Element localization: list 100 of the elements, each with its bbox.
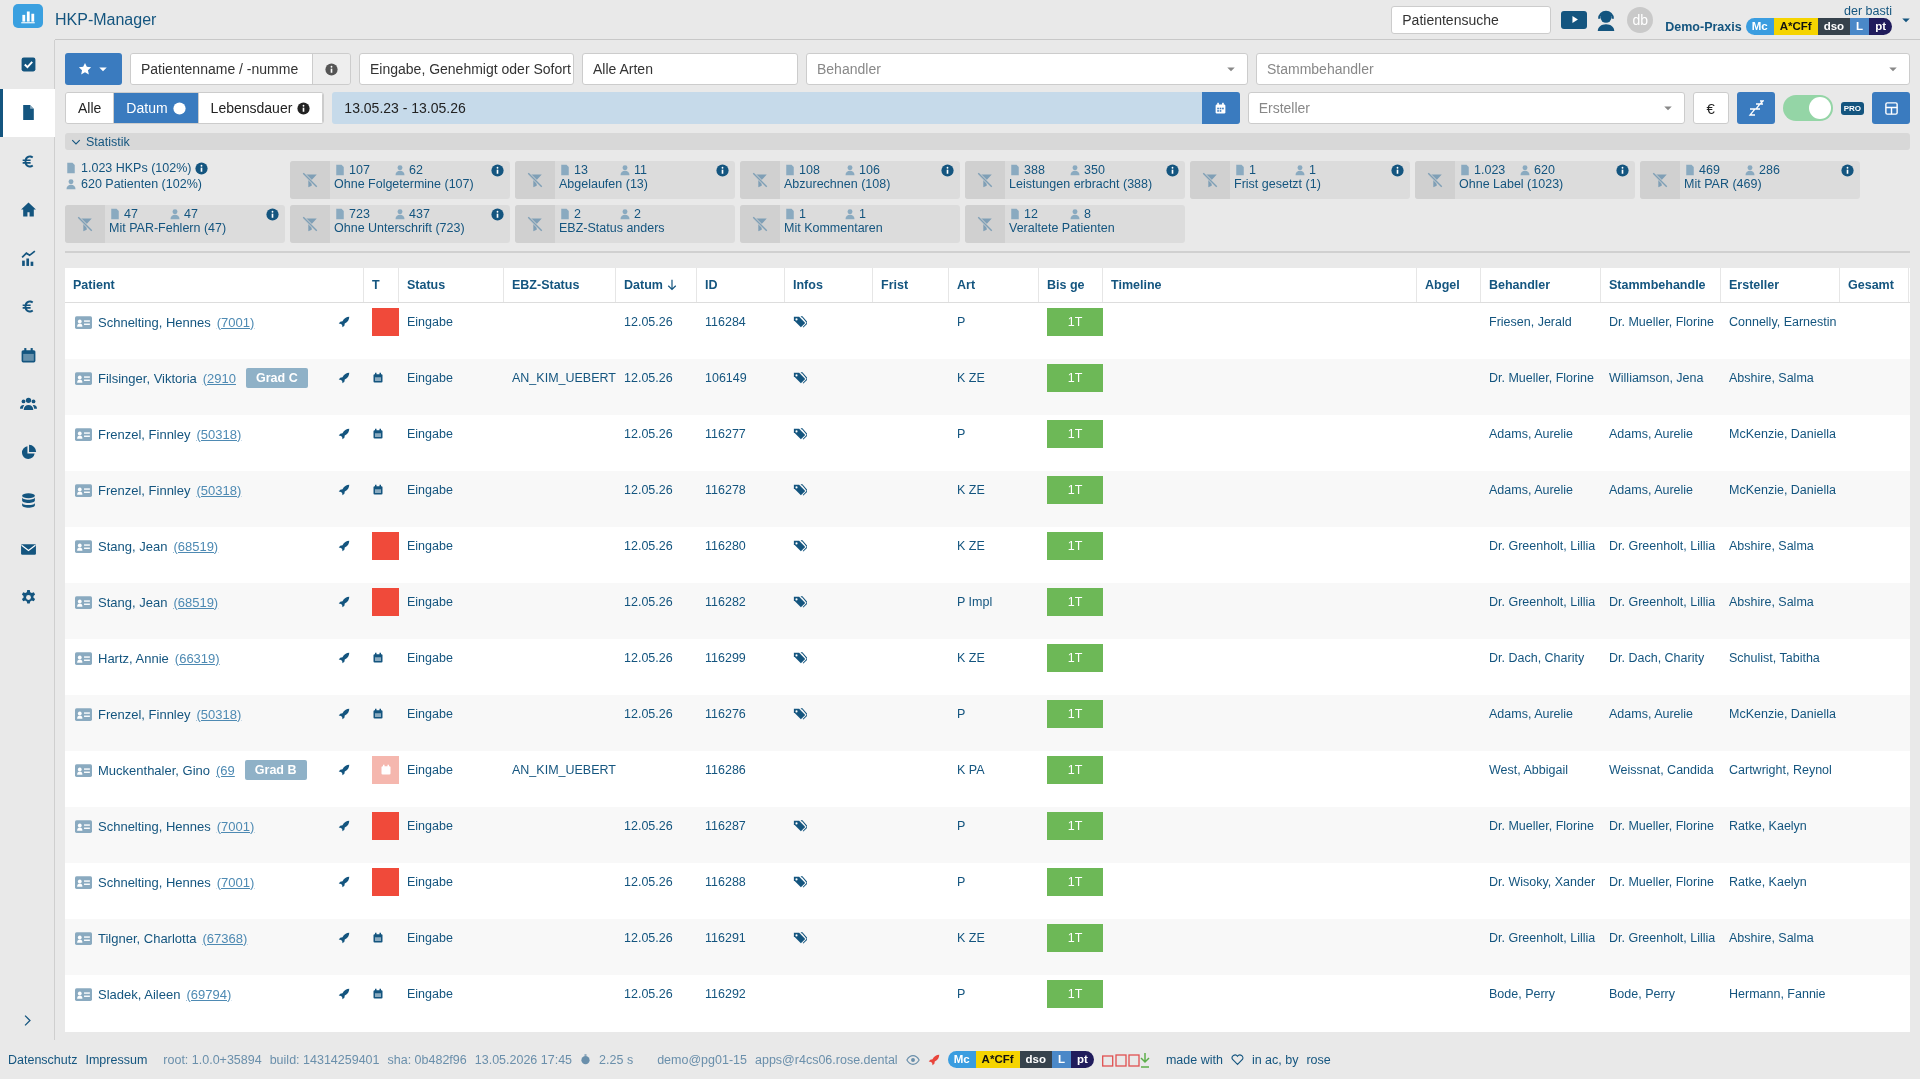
currency-button[interactable]: € <box>1692 92 1729 124</box>
video-button[interactable] <box>1561 10 1588 29</box>
table-row[interactable]: Frenzel, Finnley (50318) Eingabe 12.05.26 116278 K ZE 1T Adams, Aurelie Adams, Aurelie McKenzie, Daniella <box>65 471 1910 527</box>
patient-name[interactable]: Hartz, Annie <box>98 650 169 666</box>
column-header[interactable]: EBZ-Status <box>504 268 616 302</box>
column-header[interactable]: Stammbehandle <box>1601 268 1721 302</box>
pie-chart-icon <box>20 443 37 461</box>
patient-name[interactable]: Schnelting, Hennes <box>98 314 211 330</box>
toggle-switch[interactable] <box>1782 95 1833 121</box>
patient-number-link[interactable]: (67368) <box>202 930 248 946</box>
statistic-card[interactable]: 1.023 620 Ohne Label (1023) <box>1415 161 1635 199</box>
column-header[interactable]: Patient <box>65 268 364 302</box>
statistic-card[interactable]: 108 106 Abzurechnen (108) <box>740 161 960 199</box>
patient-name[interactable]: Schnelting, Hennes <box>98 874 211 890</box>
statistic-card[interactable]: 388 350 Leistungen erbracht (388) <box>965 161 1185 199</box>
sidebar-item[interactable] <box>0 88 55 137</box>
footer-link[interactable]: Impressum <box>85 1052 148 1067</box>
column-header[interactable]: Behandler <box>1481 268 1601 302</box>
patient-name[interactable]: Frenzel, Finnley <box>98 426 191 442</box>
statistic-card[interactable]: 47 47 Mit PAR-Fehlern (47) <box>65 205 285 243</box>
column-header[interactable]: Frist <box>873 268 949 302</box>
table-row[interactable]: Schnelting, Hennes (7001) Eingabe 12.05.26 116284 P 1T Friesen, Jerald Dr. Mueller, Florine Connelly, Earnestin <box>65 303 1910 359</box>
patient-name[interactable]: Frenzel, Finnley <box>98 482 191 498</box>
patient-number-link[interactable]: (7001) <box>216 818 255 834</box>
table-row[interactable]: Frenzel, Finnley (50318) Eingabe 12.05.26 116277 P 1T Adams, Aurelie Adams, Aurelie McKenzie, Daniella <box>65 415 1910 471</box>
ersteller-select[interactable]: Ersteller <box>1247 92 1685 124</box>
table-cell: AN_KIM_UEBERT <box>512 371 616 385</box>
patient-number-link[interactable]: (7001) <box>216 314 255 330</box>
patient-number-link[interactable]: (66319) <box>174 650 220 666</box>
table-cell: K PA <box>957 763 985 777</box>
statistic-card[interactable]: 1 1 Mit Kommentaren <box>740 205 960 243</box>
statistics-toggle[interactable]: Statistik <box>65 133 1910 150</box>
patient-name[interactable]: Sladek, Aileen <box>98 986 181 1002</box>
statistic-card[interactable]: 469 286 Mit PAR (469) <box>1640 161 1860 199</box>
filter-off-icon <box>301 215 319 233</box>
practice-name: Demo-Praxis <box>1665 19 1742 34</box>
footer-link[interactable]: Datenschutz <box>8 1052 78 1067</box>
checkbox-icon <box>20 55 37 73</box>
statistic-card[interactable]: 12 8 Veraltete Patienten <box>965 205 1185 243</box>
statistic-card[interactable]: 13 11 Abgelaufen (13) <box>515 161 735 199</box>
table-row[interactable]: Frenzel, Finnley (50318) Eingabe 12.05.26 116276 P 1T Adams, Aurelie Adams, Aurelie McKenzie, Daniella <box>65 695 1910 751</box>
patient-card-icon <box>75 761 92 779</box>
patient-name[interactable]: Stang, Jean <box>98 538 168 554</box>
patient-search-field[interactable]: Patientensuche <box>1391 5 1552 34</box>
patient-number-link[interactable]: (68519) <box>173 594 219 610</box>
table-row[interactable]: Schnelting, Hennes (7001) Eingabe 12.05.26 116288 P 1T Dr. Wisoky, Xander Dr. Mueller, Florine Ratke, Kaelyn <box>65 863 1910 919</box>
column-header[interactable]: Infos <box>785 268 873 302</box>
table-row[interactable]: Filsinger, Viktoria (2910 Grad C Eingabe AN_KIM_UEBERT 12.05.26 106149 K ZE 1T Dr. Mueller, Florine Williamson, Jena Abshire, Salma <box>65 359 1910 415</box>
column-header[interactable]: Bis ge <box>1039 268 1103 302</box>
filter-off-icon <box>76 215 94 233</box>
type-filter[interactable]: Alle Arten <box>582 53 798 85</box>
app-logo[interactable] <box>12 4 43 28</box>
statistic-card[interactable]: 2 2 EBZ-Status anders <box>515 205 735 243</box>
rocket-icon <box>338 876 350 888</box>
column-header[interactable]: Timeline <box>1103 268 1417 302</box>
patient-number-link[interactable]: (50318) <box>196 426 242 442</box>
statistic-card[interactable]: 107 62 Ohne Folgetermine (107) <box>290 161 510 199</box>
column-header[interactable]: Gesamt <box>1840 268 1909 302</box>
table-row[interactable]: Tilgner, Charlotta (67368) Eingabe 12.05.26 116291 K ZE 1T Dr. Greenholt, Lillia Dr. Greenholt, Lillia Abshire, Salma <box>65 919 1910 975</box>
favorites-button[interactable] <box>65 53 122 85</box>
patient-name[interactable]: Filsinger, Viktoria <box>98 370 197 386</box>
patient-number-link[interactable]: (2910 <box>202 370 236 386</box>
patient-number-link[interactable]: (50318) <box>196 706 242 722</box>
patient-number-link[interactable]: (68519) <box>173 538 219 554</box>
patient-name[interactable]: Frenzel, Finnley <box>98 706 191 722</box>
calendar-button[interactable] <box>1201 92 1240 124</box>
table-row[interactable]: Muckenthaler, Gino (69 Grad B Eingabe AN_KIM_UEBERT 116286 K PA 1T West, Abbigail Weissnat, Candida Cartwright, Reynol <box>65 751 1910 807</box>
column-header[interactable]: T <box>364 268 399 302</box>
behandler-select[interactable]: Behandler <box>806 53 1248 85</box>
table-row[interactable]: Schnelting, Hennes (7001) Eingabe 12.05.26 116287 P 1T Dr. Mueller, Florine Dr. Mueller, Florine Ratke, Kaelyn <box>65 807 1910 863</box>
statistic-card[interactable]: 1 1 Frist gesetzt (1) <box>1190 161 1410 199</box>
table-row[interactable]: Stang, Jean (68519) Eingabe 12.05.26 116282 P Impl 1T Dr. Greenholt, Lillia Dr. Greenholt, Lillia Abshire, Salma <box>65 583 1910 639</box>
patient-name[interactable]: Muckenthaler, Gino <box>98 762 210 778</box>
range-tab[interactable]: Alle <box>66 93 115 123</box>
column-header[interactable]: Datum <box>616 268 697 302</box>
patient-name[interactable]: Tilgner, Charlotta <box>98 930 197 946</box>
layout-button[interactable] <box>1872 92 1910 124</box>
column-header[interactable]: ID <box>697 268 785 302</box>
table-row[interactable]: Stang, Jean (68519) Eingabe 12.05.26 116280 K ZE 1T Dr. Greenholt, Lillia Dr. Greenholt, Lillia Abshire, Salma <box>65 527 1910 583</box>
patient-number-link[interactable]: (7001) <box>216 874 255 890</box>
range-tab[interactable]: Datum <box>114 93 199 123</box>
column-header[interactable]: Art <box>949 268 1039 302</box>
patient-name[interactable]: Schnelting, Hennes <box>98 818 211 834</box>
stammbehandler-select[interactable]: Stammbehandler <box>1256 53 1910 85</box>
range-tab[interactable]: Lebensdauer <box>198 93 324 123</box>
table-row[interactable]: Sladek, Aileen (69794) Eingabe 12.05.26 116292 P 1T Bode, Perry Bode, Perry Hermann, Fannie <box>65 975 1910 1031</box>
calendar-icon <box>372 708 384 720</box>
statistic-card[interactable]: 723 437 Ohne Unterschrift (723) <box>290 205 510 243</box>
patient-number-link[interactable]: (69 <box>216 762 235 778</box>
status-filter[interactable]: Eingabe, Genehmigt oder Sofort <box>359 53 574 85</box>
column-header[interactable]: Abgel <box>1417 268 1481 302</box>
table-row[interactable]: Hartz, Annie (66319) Eingabe 12.05.26 116299 K ZE 1T Dr. Dach, Charity Dr. Dach, Charity Schulist, Tabitha <box>65 639 1910 695</box>
column-header[interactable]: Ersteller <box>1721 268 1840 302</box>
column-header[interactable]: Status <box>399 268 504 302</box>
sleep-button[interactable] <box>1736 92 1775 124</box>
patient-card-icon <box>75 873 92 891</box>
brand-name[interactable]: rose <box>1306 1052 1331 1067</box>
patient-number-link[interactable]: (69794) <box>186 986 232 1002</box>
patient-name[interactable]: Stang, Jean <box>98 594 168 610</box>
patient-number-link[interactable]: (50318) <box>196 482 242 498</box>
